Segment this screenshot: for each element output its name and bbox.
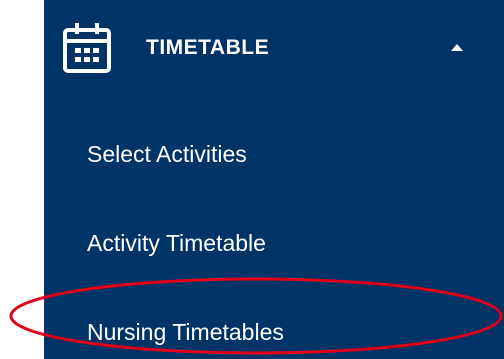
sidebar-nav: TIMETABLE Select Activities Activity Tim…	[44, 0, 504, 359]
timetable-section-header[interactable]: TIMETABLE	[44, 0, 504, 96]
menu-item-select-activities[interactable]: Select Activities	[44, 124, 504, 184]
menu-item-nursing-timetables[interactable]: Nursing Timetables	[44, 302, 504, 359]
menu-item-label: Activity Timetable	[87, 230, 266, 256]
section-title: TIMETABLE	[146, 36, 270, 59]
menu-item-label: Select Activities	[87, 141, 247, 167]
menu-item-activity-timetable[interactable]: Activity Timetable	[44, 213, 504, 273]
menu-item-label: Nursing Timetables	[87, 319, 284, 345]
calendar-icon	[63, 23, 111, 73]
caret-up-icon[interactable]	[451, 44, 463, 51]
